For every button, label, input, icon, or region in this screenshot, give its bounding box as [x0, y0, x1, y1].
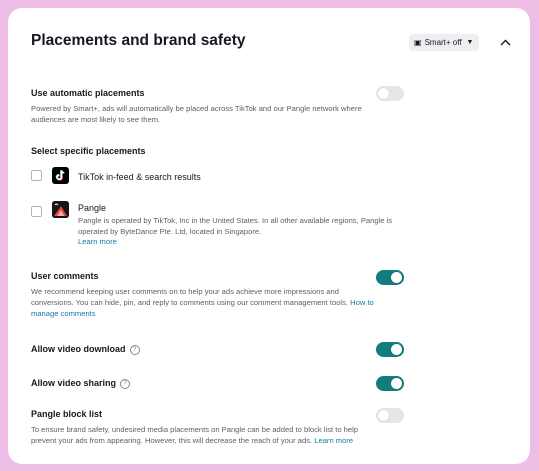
smart-plus-label: Smart+ off — [424, 38, 462, 47]
block-list-learn-more-link[interactable]: Learn more — [314, 436, 353, 445]
pangle-learn-more-link[interactable]: Learn more — [78, 237, 117, 246]
smart-plus-icon: ▣ — [414, 38, 422, 47]
toggle-knob — [391, 344, 402, 355]
toggle-knob — [391, 378, 402, 389]
automatic-placements-toggle[interactable] — [376, 86, 404, 101]
pangle-block-list-label: Pangle block list — [31, 409, 103, 419]
video-download-toggle[interactable] — [376, 342, 404, 357]
collapse-button[interactable] — [496, 33, 514, 51]
toggle-knob — [378, 410, 389, 421]
tiktok-placement-checkbox[interactable] — [31, 170, 42, 181]
pangle-icon — [52, 201, 69, 218]
pangle-block-list-toggle[interactable] — [376, 408, 404, 423]
video-sharing-label: Allow video sharing? — [31, 378, 131, 389]
card-header: Placements and brand safety ▣ Smart+ off… — [8, 8, 530, 70]
help-icon[interactable]: ? — [129, 344, 140, 355]
user-comments-toggle[interactable] — [376, 270, 404, 285]
pangle-placement-label: Pangle — [78, 203, 107, 213]
toggle-knob — [378, 88, 389, 99]
card-title: Placements and brand safety — [31, 32, 246, 49]
pangle-placement-checkbox[interactable] — [31, 206, 42, 217]
toggle-knob — [391, 272, 402, 283]
automatic-placements-description: Powered by Smart+, ads will automaticall… — [31, 104, 362, 124]
smart-plus-dropdown[interactable]: ▣ Smart+ off ▼ — [409, 34, 480, 51]
user-comments-description: We recommend keeping user comments on to… — [31, 287, 374, 318]
pangle-block-list-description: To ensure brand safety, undesired media … — [31, 425, 359, 445]
caret-down-icon: ▼ — [466, 39, 474, 46]
help-icon[interactable]: ? — [120, 378, 131, 389]
placements-card: Placements and brand safety ▣ Smart+ off… — [8, 8, 530, 464]
chevron-up-icon — [500, 39, 510, 45]
tiktok-placement-label: TikTok in-feed & search results — [78, 172, 201, 182]
video-sharing-toggle[interactable] — [376, 376, 404, 391]
user-comments-label: User comments — [31, 271, 99, 281]
specific-placements-label: Select specific placements — [31, 146, 146, 156]
video-download-label: Allow video download? — [31, 344, 140, 355]
pangle-placement-description: Pangle is operated by TikTok, Inc in the… — [78, 216, 393, 246]
automatic-placements-label: Use automatic placements — [31, 88, 145, 98]
tiktok-icon — [52, 167, 69, 184]
